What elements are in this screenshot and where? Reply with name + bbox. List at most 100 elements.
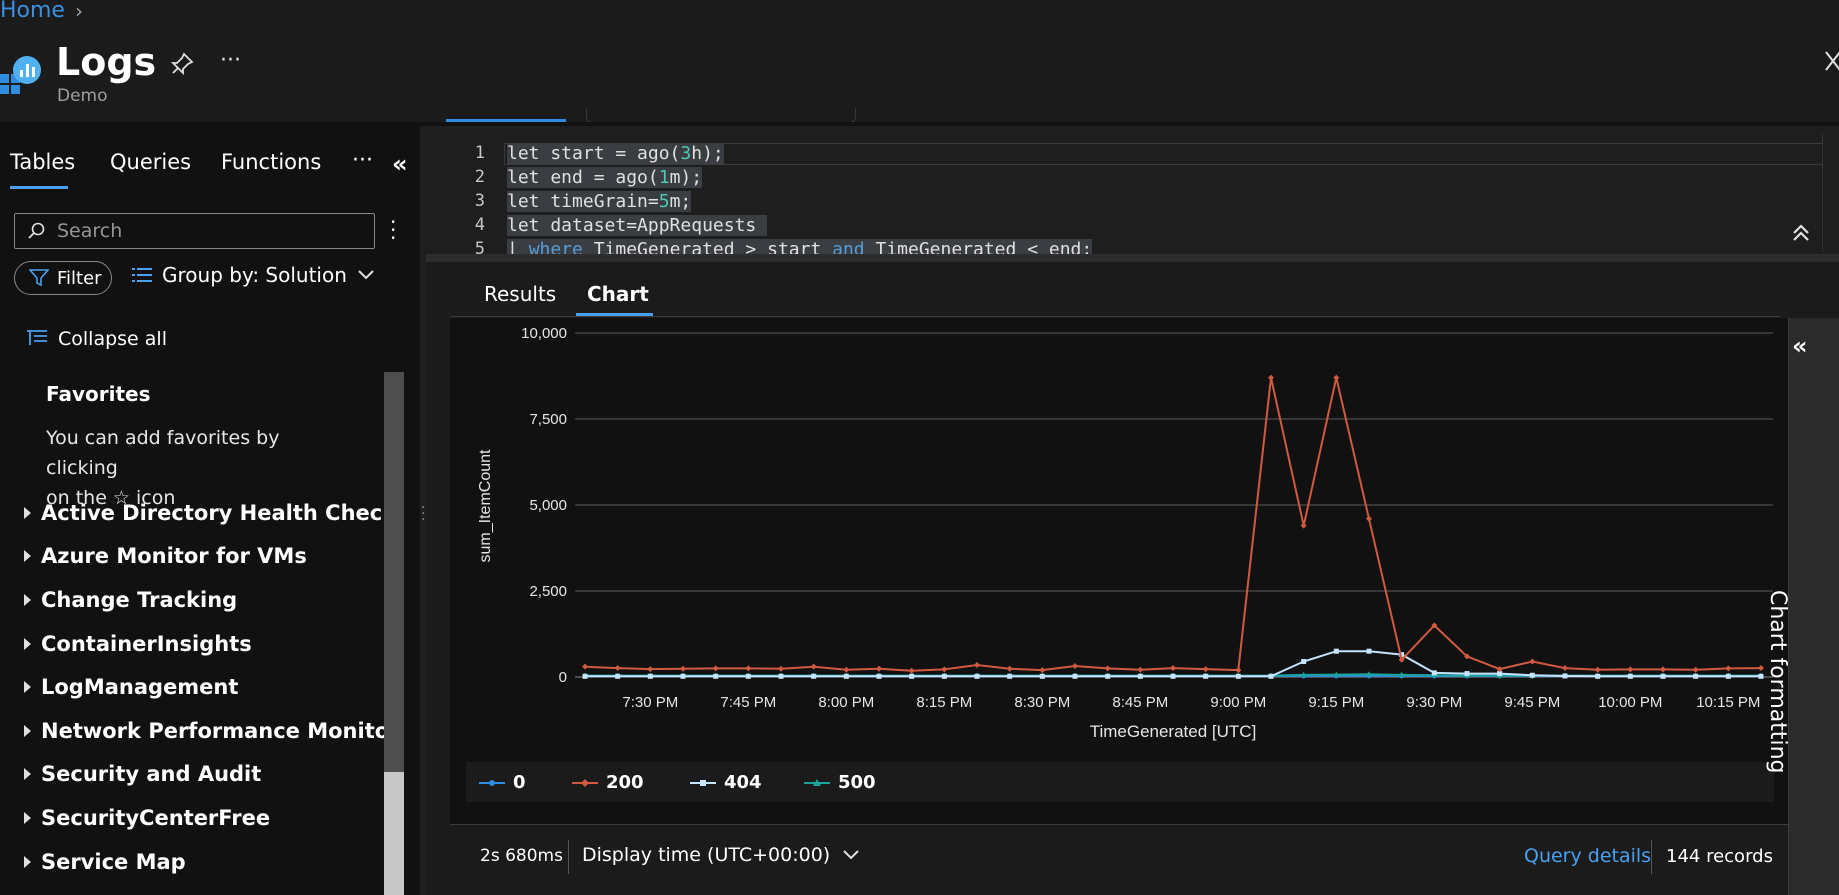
data-point-404[interactable] [1725,673,1731,679]
code-line[interactable]: let start = ago(3h); [507,143,724,164]
data-point-404[interactable] [1595,673,1601,679]
data-point-404[interactable] [1039,673,1045,679]
data-point-200[interactable] [1170,665,1176,672]
data-point-200[interactable] [843,666,850,673]
editor-results-divider[interactable] [426,254,1839,262]
tab-chart[interactable]: Chart [587,282,649,306]
data-point-404[interactable] [778,673,784,679]
data-point-200[interactable] [1366,515,1372,522]
data-point-200[interactable] [1562,665,1568,672]
data-point-200[interactable] [1268,374,1274,381]
collapse-all-button[interactable]: Collapse all [26,328,167,350]
data-point-404[interactable] [1170,673,1176,679]
data-point-404[interactable] [1562,673,1568,679]
display-time-dropdown[interactable]: Display time (UTC+00:00) [582,844,860,866]
scrollbar-thumb[interactable] [384,372,404,772]
data-point-200[interactable] [1725,665,1732,672]
data-point-404[interactable] [1203,673,1209,679]
data-point-404[interactable] [1758,673,1764,679]
data-point-404[interactable] [713,673,719,679]
data-point-404[interactable] [1235,673,1241,679]
code-line[interactable]: let end = ago(1m); [507,167,703,188]
data-point-200[interactable] [1137,666,1144,673]
splitter-grip-icon[interactable]: · · · [421,501,425,527]
data-point-200[interactable] [1333,374,1340,381]
data-point-200[interactable] [1202,666,1209,673]
data-point-404[interactable] [811,673,817,679]
group-by-dropdown[interactable]: Group by: Solution [132,263,375,287]
tree-item[interactable]: Active Directory Health Check [24,501,396,525]
tree-item[interactable]: Service Map [24,850,186,874]
data-point-200[interactable] [876,665,882,672]
tab-functions[interactable]: Functions [221,150,321,174]
data-point-200[interactable] [1758,665,1764,672]
more-tabs-icon[interactable]: ··· [352,148,373,173]
data-point-200[interactable] [1235,667,1242,674]
legend-item[interactable]: 200 [572,772,644,793]
data-point-200[interactable] [1300,522,1307,529]
legend-item[interactable]: 500 [804,772,876,793]
data-point-404[interactable] [1627,673,1633,679]
more-options-icon[interactable]: ··· [220,48,241,73]
data-point-404[interactable] [1007,673,1013,679]
data-point-200[interactable] [1104,665,1111,672]
data-point-404[interactable] [1431,670,1437,676]
data-point-404[interactable] [647,673,653,679]
data-point-404[interactable] [1464,671,1470,677]
data-point-404[interactable] [1301,659,1307,665]
filter-button[interactable]: Filter [14,261,112,295]
data-point-404[interactable] [1333,648,1339,654]
breadcrumb-home[interactable]: Home [0,0,65,23]
data-point-404[interactable] [974,673,980,679]
data-point-404[interactable] [941,673,947,679]
data-point-200[interactable] [1692,666,1699,673]
tree-item[interactable]: Azure Monitor for VMs [24,544,307,568]
data-point-200[interactable] [647,666,654,673]
tree-item[interactable]: Network Performance Monitor [24,719,400,743]
search-more-icon[interactable]: · · · [390,212,396,248]
data-point-200[interactable] [810,663,817,670]
data-point-404[interactable] [1660,673,1666,679]
data-point-404[interactable] [745,673,751,679]
data-point-200[interactable] [778,665,784,672]
legend-item[interactable]: 404 [690,772,762,793]
data-point-404[interactable] [1105,673,1111,679]
editor-scrollbar[interactable] [1822,134,1839,252]
tree-item[interactable]: ContainerInsights [24,632,252,656]
legend-item[interactable]: 0 [479,772,526,793]
data-point-404[interactable] [582,673,588,679]
data-point-404[interactable] [680,673,686,679]
data-point-404[interactable] [1529,672,1535,678]
scrollbar-lower-track[interactable] [384,772,404,895]
data-point-200[interactable] [1039,667,1046,674]
data-point-404[interactable] [615,673,621,679]
data-point-200[interactable] [745,665,752,672]
collapse-pane-icon[interactable]: « [392,150,408,178]
tab-queries[interactable]: Queries [110,150,191,174]
tree-item[interactable]: Change Tracking [24,588,237,612]
tree-item[interactable]: SecurityCenterFree [24,806,270,830]
search-box[interactable] [14,213,375,249]
tab-tables[interactable]: Tables [10,150,75,174]
collapse-editor-icon[interactable] [1792,224,1810,242]
data-point-404[interactable] [876,673,882,679]
data-point-200[interactable] [1072,662,1078,669]
data-point-404[interactable] [1693,673,1699,679]
data-point-200[interactable] [614,665,621,672]
search-input[interactable] [55,219,359,243]
data-point-200[interactable] [941,666,948,673]
data-point-404[interactable] [1072,673,1078,679]
data-point-200[interactable] [1627,666,1634,673]
data-point-200[interactable] [1529,658,1536,665]
close-icon[interactable] [1824,50,1839,72]
data-point-200[interactable] [974,661,980,668]
pin-icon[interactable] [170,52,194,76]
data-point-404[interactable] [843,673,849,679]
data-point-200[interactable] [1594,666,1601,673]
chart-formatting-label[interactable]: Chart formatting [1765,590,1790,774]
data-point-200[interactable] [680,665,686,672]
tree-item[interactable]: Security and Audit [24,762,261,786]
data-point-404[interactable] [909,673,915,679]
data-point-404[interactable] [1366,648,1372,654]
expand-rail-icon[interactable]: « [1792,332,1808,360]
